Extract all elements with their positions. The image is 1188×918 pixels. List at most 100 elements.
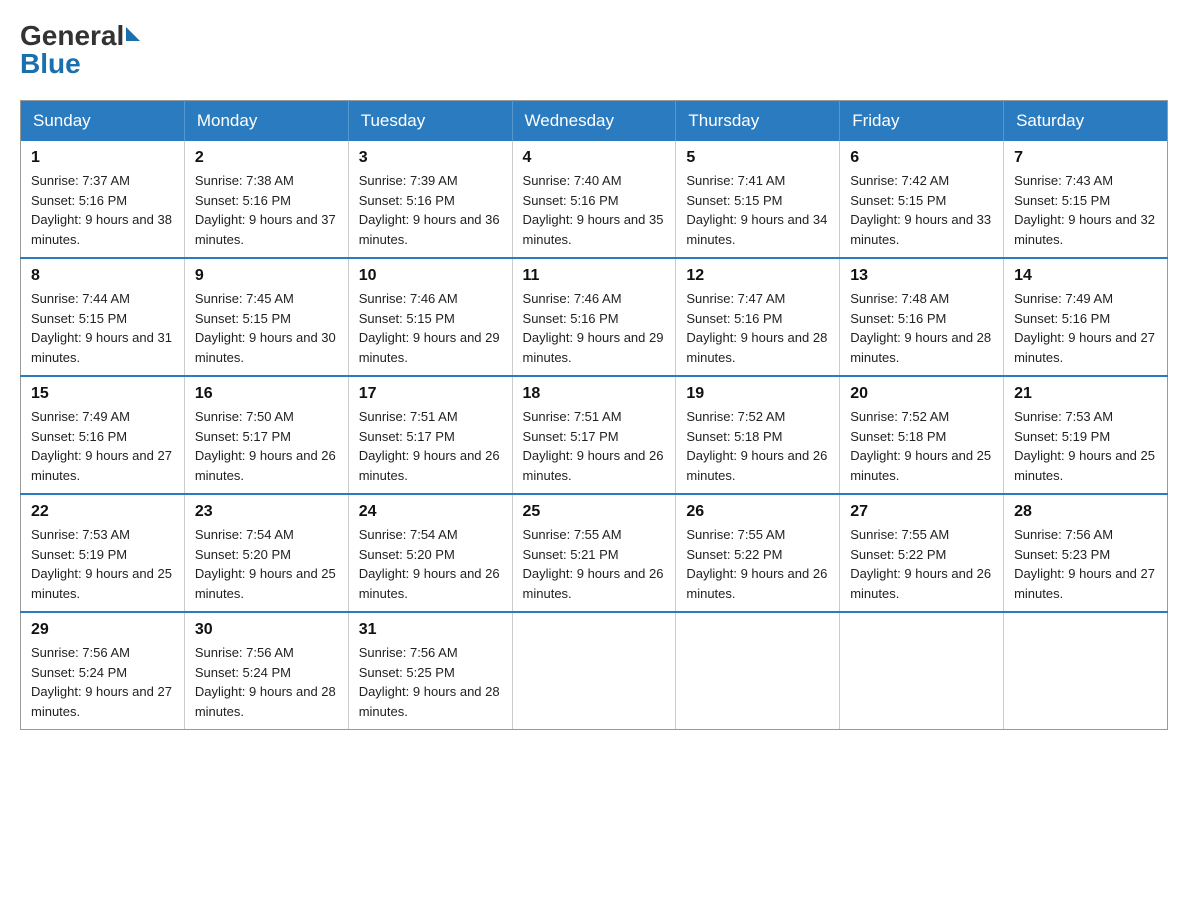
calendar-cell: 16 Sunrise: 7:50 AMSunset: 5:17 PMDaylig… bbox=[184, 376, 348, 494]
calendar-cell: 13 Sunrise: 7:48 AMSunset: 5:16 PMDaylig… bbox=[840, 258, 1004, 376]
day-info: Sunrise: 7:56 AMSunset: 5:23 PMDaylight:… bbox=[1014, 525, 1157, 603]
calendar-cell: 19 Sunrise: 7:52 AMSunset: 5:18 PMDaylig… bbox=[676, 376, 840, 494]
calendar-cell: 8 Sunrise: 7:44 AMSunset: 5:15 PMDayligh… bbox=[21, 258, 185, 376]
day-number: 7 bbox=[1014, 149, 1157, 167]
day-number: 26 bbox=[686, 503, 829, 521]
day-number: 13 bbox=[850, 267, 993, 285]
day-number: 15 bbox=[31, 385, 174, 403]
day-number: 22 bbox=[31, 503, 174, 521]
day-info: Sunrise: 7:44 AMSunset: 5:15 PMDaylight:… bbox=[31, 289, 174, 367]
calendar-cell: 23 Sunrise: 7:54 AMSunset: 5:20 PMDaylig… bbox=[184, 494, 348, 612]
day-number: 29 bbox=[31, 621, 174, 639]
day-info: Sunrise: 7:46 AMSunset: 5:15 PMDaylight:… bbox=[359, 289, 502, 367]
day-info: Sunrise: 7:53 AMSunset: 5:19 PMDaylight:… bbox=[1014, 407, 1157, 485]
day-info: Sunrise: 7:55 AMSunset: 5:21 PMDaylight:… bbox=[523, 525, 666, 603]
calendar-cell: 31 Sunrise: 7:56 AMSunset: 5:25 PMDaylig… bbox=[348, 612, 512, 730]
weekday-header-friday: Friday bbox=[840, 101, 1004, 142]
calendar-cell: 18 Sunrise: 7:51 AMSunset: 5:17 PMDaylig… bbox=[512, 376, 676, 494]
calendar-cell: 15 Sunrise: 7:49 AMSunset: 5:16 PMDaylig… bbox=[21, 376, 185, 494]
calendar-cell bbox=[512, 612, 676, 730]
calendar-week-row: 15 Sunrise: 7:49 AMSunset: 5:16 PMDaylig… bbox=[21, 376, 1168, 494]
calendar-cell: 11 Sunrise: 7:46 AMSunset: 5:16 PMDaylig… bbox=[512, 258, 676, 376]
calendar-cell: 21 Sunrise: 7:53 AMSunset: 5:19 PMDaylig… bbox=[1004, 376, 1168, 494]
day-info: Sunrise: 7:38 AMSunset: 5:16 PMDaylight:… bbox=[195, 171, 338, 249]
logo-blue-text: Blue bbox=[20, 48, 81, 80]
calendar-cell: 28 Sunrise: 7:56 AMSunset: 5:23 PMDaylig… bbox=[1004, 494, 1168, 612]
calendar-cell bbox=[676, 612, 840, 730]
day-number: 3 bbox=[359, 149, 502, 167]
weekday-header-row: SundayMondayTuesdayWednesdayThursdayFrid… bbox=[21, 101, 1168, 142]
day-number: 20 bbox=[850, 385, 993, 403]
day-number: 17 bbox=[359, 385, 502, 403]
calendar-cell: 7 Sunrise: 7:43 AMSunset: 5:15 PMDayligh… bbox=[1004, 141, 1168, 258]
calendar-cell: 4 Sunrise: 7:40 AMSunset: 5:16 PMDayligh… bbox=[512, 141, 676, 258]
day-info: Sunrise: 7:43 AMSunset: 5:15 PMDaylight:… bbox=[1014, 171, 1157, 249]
weekday-header-sunday: Sunday bbox=[21, 101, 185, 142]
calendar-cell: 24 Sunrise: 7:54 AMSunset: 5:20 PMDaylig… bbox=[348, 494, 512, 612]
day-number: 21 bbox=[1014, 385, 1157, 403]
calendar-cell: 26 Sunrise: 7:55 AMSunset: 5:22 PMDaylig… bbox=[676, 494, 840, 612]
calendar-week-row: 1 Sunrise: 7:37 AMSunset: 5:16 PMDayligh… bbox=[21, 141, 1168, 258]
calendar-cell: 2 Sunrise: 7:38 AMSunset: 5:16 PMDayligh… bbox=[184, 141, 348, 258]
calendar-cell: 27 Sunrise: 7:55 AMSunset: 5:22 PMDaylig… bbox=[840, 494, 1004, 612]
day-info: Sunrise: 7:51 AMSunset: 5:17 PMDaylight:… bbox=[523, 407, 666, 485]
calendar-cell: 10 Sunrise: 7:46 AMSunset: 5:15 PMDaylig… bbox=[348, 258, 512, 376]
day-info: Sunrise: 7:50 AMSunset: 5:17 PMDaylight:… bbox=[195, 407, 338, 485]
day-info: Sunrise: 7:55 AMSunset: 5:22 PMDaylight:… bbox=[686, 525, 829, 603]
day-info: Sunrise: 7:55 AMSunset: 5:22 PMDaylight:… bbox=[850, 525, 993, 603]
logo-arrow-icon bbox=[126, 27, 140, 41]
day-info: Sunrise: 7:46 AMSunset: 5:16 PMDaylight:… bbox=[523, 289, 666, 367]
day-number: 18 bbox=[523, 385, 666, 403]
calendar-cell: 1 Sunrise: 7:37 AMSunset: 5:16 PMDayligh… bbox=[21, 141, 185, 258]
day-number: 4 bbox=[523, 149, 666, 167]
day-info: Sunrise: 7:56 AMSunset: 5:24 PMDaylight:… bbox=[195, 643, 338, 721]
day-number: 19 bbox=[686, 385, 829, 403]
calendar-table: SundayMondayTuesdayWednesdayThursdayFrid… bbox=[20, 100, 1168, 730]
day-number: 11 bbox=[523, 267, 666, 285]
day-number: 8 bbox=[31, 267, 174, 285]
day-number: 30 bbox=[195, 621, 338, 639]
day-number: 27 bbox=[850, 503, 993, 521]
calendar-week-row: 22 Sunrise: 7:53 AMSunset: 5:19 PMDaylig… bbox=[21, 494, 1168, 612]
day-info: Sunrise: 7:51 AMSunset: 5:17 PMDaylight:… bbox=[359, 407, 502, 485]
day-number: 6 bbox=[850, 149, 993, 167]
day-info: Sunrise: 7:52 AMSunset: 5:18 PMDaylight:… bbox=[850, 407, 993, 485]
day-number: 9 bbox=[195, 267, 338, 285]
day-number: 23 bbox=[195, 503, 338, 521]
day-info: Sunrise: 7:40 AMSunset: 5:16 PMDaylight:… bbox=[523, 171, 666, 249]
day-number: 5 bbox=[686, 149, 829, 167]
day-number: 28 bbox=[1014, 503, 1157, 521]
day-info: Sunrise: 7:54 AMSunset: 5:20 PMDaylight:… bbox=[195, 525, 338, 603]
calendar-cell: 6 Sunrise: 7:42 AMSunset: 5:15 PMDayligh… bbox=[840, 141, 1004, 258]
calendar-week-row: 8 Sunrise: 7:44 AMSunset: 5:15 PMDayligh… bbox=[21, 258, 1168, 376]
day-number: 25 bbox=[523, 503, 666, 521]
calendar-cell: 20 Sunrise: 7:52 AMSunset: 5:18 PMDaylig… bbox=[840, 376, 1004, 494]
day-info: Sunrise: 7:54 AMSunset: 5:20 PMDaylight:… bbox=[359, 525, 502, 603]
day-number: 1 bbox=[31, 149, 174, 167]
calendar-cell bbox=[1004, 612, 1168, 730]
day-info: Sunrise: 7:37 AMSunset: 5:16 PMDaylight:… bbox=[31, 171, 174, 249]
day-info: Sunrise: 7:47 AMSunset: 5:16 PMDaylight:… bbox=[686, 289, 829, 367]
calendar-cell: 25 Sunrise: 7:55 AMSunset: 5:21 PMDaylig… bbox=[512, 494, 676, 612]
day-number: 16 bbox=[195, 385, 338, 403]
calendar-cell: 14 Sunrise: 7:49 AMSunset: 5:16 PMDaylig… bbox=[1004, 258, 1168, 376]
calendar-cell: 9 Sunrise: 7:45 AMSunset: 5:15 PMDayligh… bbox=[184, 258, 348, 376]
page-header: General Blue bbox=[20, 20, 1168, 80]
day-info: Sunrise: 7:53 AMSunset: 5:19 PMDaylight:… bbox=[31, 525, 174, 603]
logo: General Blue bbox=[20, 20, 140, 80]
calendar-cell: 30 Sunrise: 7:56 AMSunset: 5:24 PMDaylig… bbox=[184, 612, 348, 730]
day-info: Sunrise: 7:56 AMSunset: 5:24 PMDaylight:… bbox=[31, 643, 174, 721]
weekday-header-saturday: Saturday bbox=[1004, 101, 1168, 142]
day-number: 31 bbox=[359, 621, 502, 639]
calendar-cell: 12 Sunrise: 7:47 AMSunset: 5:16 PMDaylig… bbox=[676, 258, 840, 376]
day-info: Sunrise: 7:52 AMSunset: 5:18 PMDaylight:… bbox=[686, 407, 829, 485]
weekday-header-monday: Monday bbox=[184, 101, 348, 142]
calendar-cell: 29 Sunrise: 7:56 AMSunset: 5:24 PMDaylig… bbox=[21, 612, 185, 730]
weekday-header-thursday: Thursday bbox=[676, 101, 840, 142]
day-info: Sunrise: 7:39 AMSunset: 5:16 PMDaylight:… bbox=[359, 171, 502, 249]
weekday-header-tuesday: Tuesday bbox=[348, 101, 512, 142]
day-number: 14 bbox=[1014, 267, 1157, 285]
day-number: 2 bbox=[195, 149, 338, 167]
calendar-cell: 5 Sunrise: 7:41 AMSunset: 5:15 PMDayligh… bbox=[676, 141, 840, 258]
day-number: 10 bbox=[359, 267, 502, 285]
